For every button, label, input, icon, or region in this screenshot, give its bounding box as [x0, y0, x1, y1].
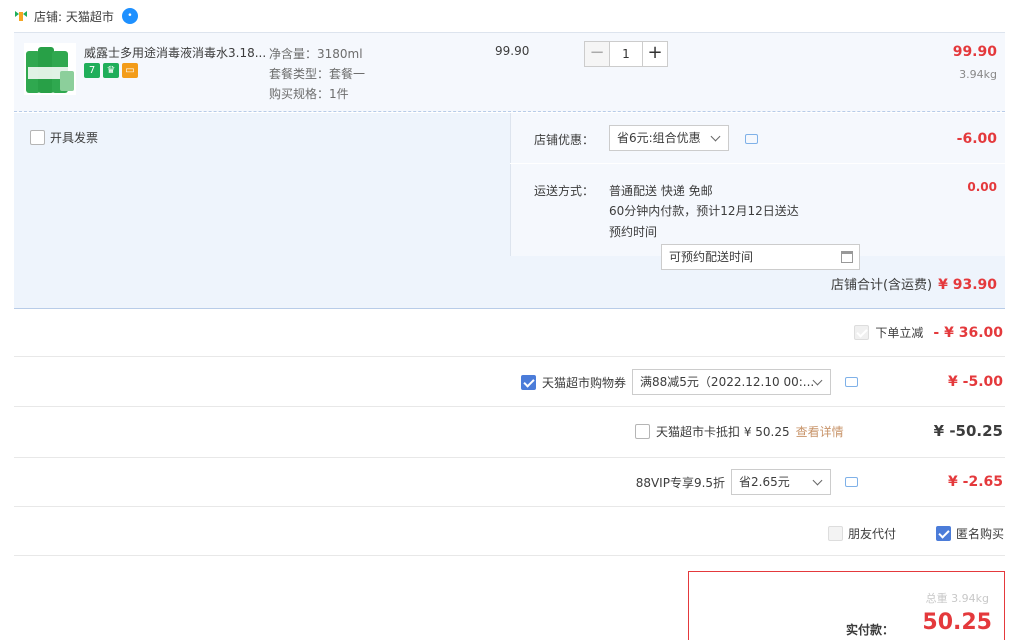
friend-pay-option[interactable]: 朋友代付	[828, 525, 896, 542]
shop-discount-select[interactable]: 省6元:组合优惠	[609, 125, 729, 151]
appointment-time-placeholder: 可预约配送时间	[669, 250, 754, 264]
coupon-label: 天猫超市购物券	[542, 375, 627, 390]
quantity-decrease-button[interactable]: −	[584, 41, 610, 67]
divider	[14, 506, 1005, 507]
coupon-select[interactable]: 满88减5元（2022.12.10 00:...	[632, 369, 832, 395]
sku-info: 净含量：3180ml 套餐类型：套餐一 购买规格：1件	[269, 44, 365, 104]
instant-discount-checkbox	[854, 325, 870, 340]
invoice-option[interactable]: 开具发票	[30, 129, 98, 146]
item-weight: 3.94kg	[959, 68, 997, 81]
shop-options-panel: 开具发票 店铺优惠： 省6元:组合优惠 -6.00 运送方式： 普通配送 快递 …	[14, 113, 1005, 309]
supermarket-card-label: 天猫超市卡抵扣 ¥ 50.25	[656, 424, 790, 439]
sku-net-content: 净含量：3180ml	[269, 47, 363, 61]
delivery-label: 运送方式：	[534, 184, 595, 198]
invoice-checkbox[interactable]	[30, 130, 45, 145]
friend-pay-checkbox	[828, 526, 843, 541]
shop-total-value: ¥ 93.90	[938, 277, 997, 293]
vip-select[interactable]: 省2.65元	[731, 469, 832, 495]
shop-header: 店铺: 天猫超市 •	[14, 6, 138, 26]
supermarket-card-value: ¥ -50.25	[933, 422, 1003, 440]
divider	[14, 555, 1005, 556]
item-total: 99.90 3.94kg	[953, 44, 997, 81]
tmall-shop-icon	[15, 11, 27, 21]
cart-item-row: 威露士多用途消毒液消毒水3.18... 7 ♛ ▭ 净含量：3180ml 套餐类…	[14, 32, 1005, 112]
quantity-stepper: − 1 +	[584, 41, 668, 67]
product-image[interactable]	[24, 43, 76, 95]
credit-card-icon[interactable]: ▭	[122, 63, 138, 78]
vip-discount-row: 88VIP专享9.5折 省2.65元 ¥ -2.65	[636, 469, 1003, 495]
invoice-label: 开具发票	[50, 131, 99, 145]
quantity-increase-button[interactable]: +	[642, 41, 668, 67]
calendar-icon[interactable]	[841, 251, 853, 263]
friend-pay-label: 朋友代付	[848, 527, 897, 541]
wangwang-chat-icon[interactable]: •	[121, 8, 138, 24]
unit-price: 99.90	[495, 44, 530, 58]
message-icon[interactable]	[845, 377, 859, 387]
supermarket-card-row: 天猫超市卡抵扣 ¥ 50.25 查看详情 ¥ -50.25	[635, 422, 1003, 440]
anonymous-purchase-checkbox[interactable]	[936, 526, 951, 541]
vip-value: ¥ -2.65	[948, 474, 1003, 490]
view-details-link[interactable]: 查看详情	[796, 423, 844, 440]
instant-discount-row: 下单立减 - ¥ 36.00	[854, 324, 1003, 341]
payment-label: 实付款：	[845, 623, 894, 637]
coupon-row: 天猫超市购物券 满88减5元（2022.12.10 00:... ¥ -5.00	[521, 369, 1003, 395]
seven-day-return-icon[interactable]: 7	[84, 63, 100, 78]
sku-spec: 购买规格：1件	[269, 87, 349, 101]
instant-discount-value: - ¥ 36.00	[933, 324, 1003, 341]
vip-label: 88VIP专享9.5折	[635, 475, 726, 490]
anonymous-purchase-option[interactable]: 匿名购买	[936, 525, 1004, 542]
total-weight: 总重 3.94kg	[925, 592, 989, 605]
payment-summary-box: 总重 3.94kg 实付款： 50.25	[688, 571, 1005, 640]
shop-discount-label: 店铺优惠：	[534, 133, 595, 147]
sku-package-type: 套餐类型：套餐一	[269, 67, 366, 81]
divider	[14, 356, 1005, 357]
service-badges: 7 ♛ ▭	[84, 63, 138, 78]
delivery-fee: 0.00	[967, 180, 997, 194]
divider	[510, 163, 1005, 164]
payment-amount: 50.25	[922, 610, 992, 635]
shop-total: 店铺合计(含运费) ¥ 93.90	[831, 274, 997, 293]
coupon-value: ¥ -5.00	[948, 374, 1003, 390]
supermarket-card-checkbox[interactable]	[635, 423, 651, 439]
quantity-input[interactable]: 1	[610, 41, 642, 67]
instant-discount-label: 下单立减	[875, 326, 924, 340]
delivery-eta: 60分钟内付款，预计12月12日送达	[609, 204, 799, 218]
product-title[interactable]: 威露士多用途消毒液消毒水3.18...	[84, 44, 266, 61]
coupon-checkbox[interactable]	[521, 374, 537, 390]
message-icon[interactable]	[745, 134, 758, 144]
message-icon[interactable]	[845, 477, 859, 487]
shop-total-label: 店铺合计(含运费)	[830, 278, 933, 293]
appointment-time-input[interactable]: 可预约配送时间	[661, 244, 860, 270]
shop-discount-amount: -6.00	[956, 131, 997, 147]
tmall-guarantee-icon[interactable]: ♛	[103, 63, 119, 78]
item-total-price: 99.90	[952, 44, 997, 60]
shop-name[interactable]: 店铺: 天猫超市	[34, 8, 114, 25]
divider	[14, 457, 1005, 458]
appointment-label: 预约时间	[609, 225, 658, 239]
delivery-method: 普通配送 快递 免邮	[609, 184, 713, 198]
divider	[14, 406, 1005, 407]
anonymous-purchase-label: 匿名购买	[956, 527, 1005, 541]
